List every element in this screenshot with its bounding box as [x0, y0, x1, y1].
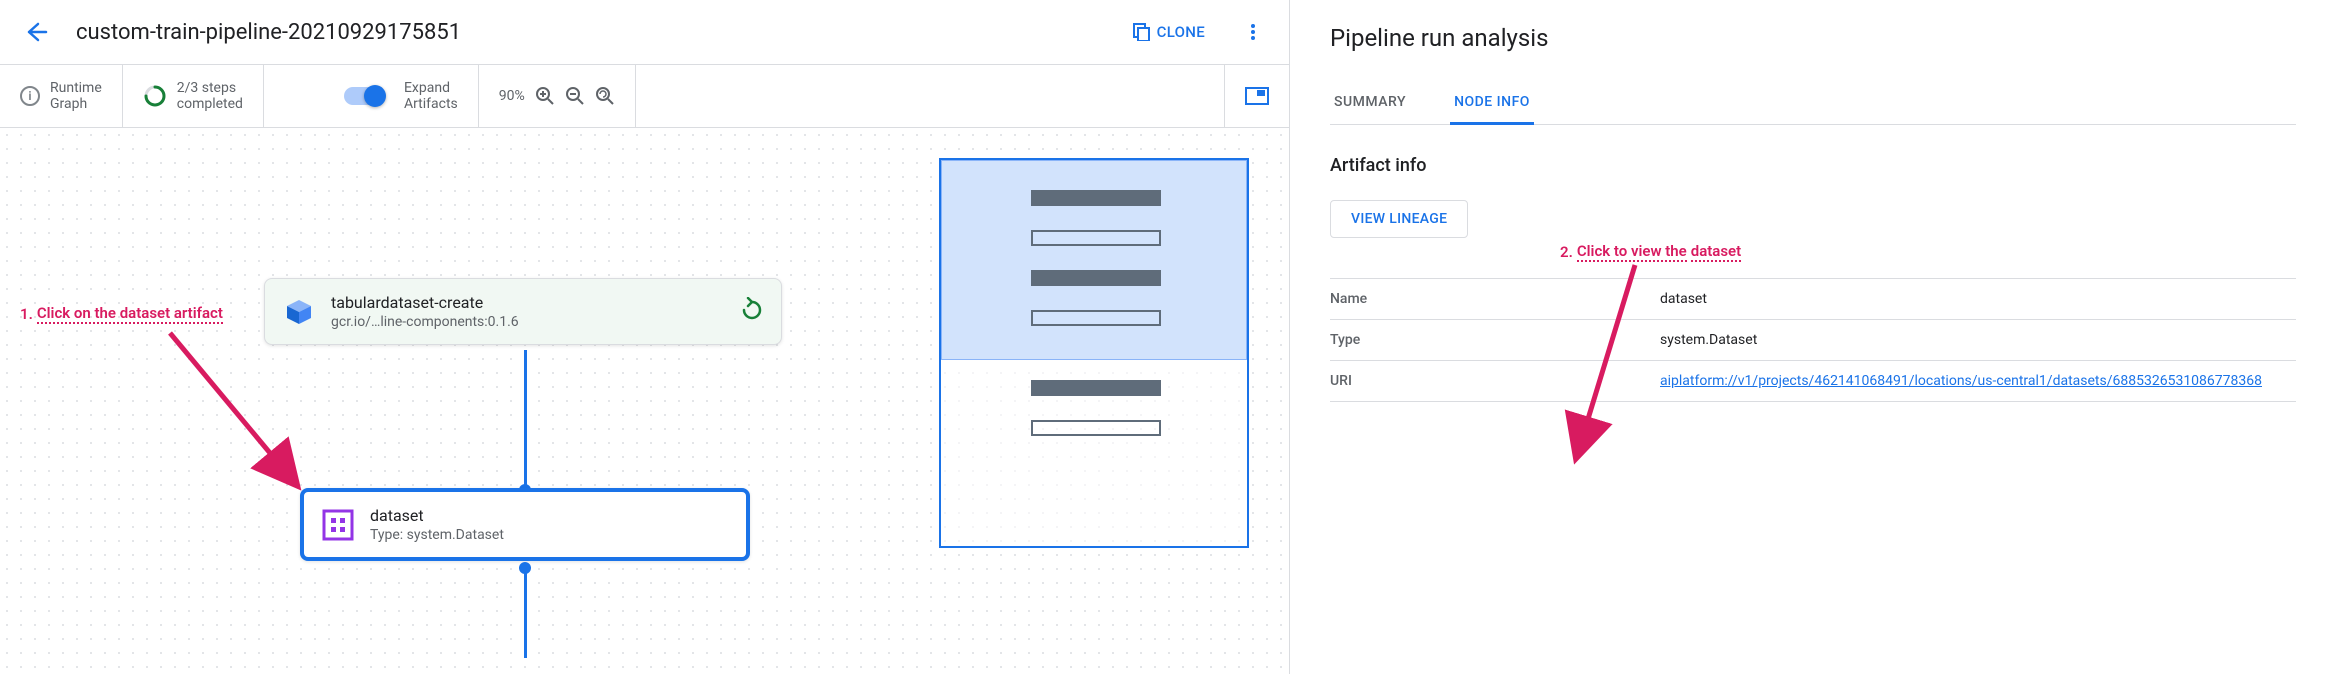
clone-button[interactable]: CLONE	[1121, 15, 1217, 49]
zoom-reset-button[interactable]	[595, 86, 615, 106]
node-subtitle: gcr.io/…line-components:0.1.6	[331, 314, 725, 330]
clone-label: CLONE	[1157, 23, 1205, 41]
annotation-arrow-1	[150, 323, 330, 503]
progress-icon	[143, 84, 167, 108]
minimap-icon	[1245, 87, 1269, 105]
runtime-graph-label: i Runtime Graph	[0, 65, 123, 127]
dataset-icon	[320, 507, 356, 543]
minimap-toggle-button[interactable]	[1224, 65, 1289, 127]
row-value: system.Dataset	[1660, 320, 2296, 361]
annotation-1: 1. Click on the dataset artifact	[20, 304, 223, 324]
node-title: dataset	[370, 506, 730, 525]
back-button[interactable]	[16, 12, 56, 52]
uri-link[interactable]: aiplatform://v1/projects/462141068491/lo…	[1660, 373, 2262, 389]
expand-artifacts-cell: Expand Artifacts	[264, 65, 479, 127]
node-title: tabulardataset-create	[331, 293, 725, 312]
expand-artifacts-toggle[interactable]	[344, 87, 384, 105]
zoom-percent: 90%	[499, 88, 525, 104]
table-row: Name dataset	[1330, 279, 2296, 320]
pipeline-title: custom-train-pipeline-20210929175851	[76, 20, 1121, 45]
panel-title: Pipeline run analysis	[1330, 24, 2296, 52]
row-value: dataset	[1660, 279, 2296, 320]
node-step-tabulardataset-create[interactable]: tabulardataset-create gcr.io/…line-compo…	[264, 278, 782, 345]
zoom-out-button[interactable]	[565, 86, 585, 106]
overflow-menu-button[interactable]	[1233, 12, 1273, 52]
section-heading: Artifact info	[1330, 155, 2296, 176]
artifact-info-table: Name dataset Type system.Dataset URI aip…	[1330, 278, 2296, 402]
zoom-in-icon	[535, 86, 555, 106]
steps-status: 2/3 steps completed	[123, 65, 264, 127]
zoom-out-icon	[565, 86, 585, 106]
zoom-reset-icon	[595, 86, 615, 106]
pipeline-canvas[interactable]: tabulardataset-create gcr.io/…line-compo…	[0, 128, 1289, 674]
table-row: Type system.Dataset	[1330, 320, 2296, 361]
arrow-back-icon	[24, 20, 48, 44]
minimap[interactable]	[939, 158, 1249, 548]
annotation-2: 2. Click to view the dataset	[1560, 242, 1741, 262]
tab-node-info[interactable]: NODE INFO	[1450, 82, 1534, 125]
edge-line	[524, 568, 527, 658]
retry-icon	[739, 297, 765, 327]
annotation-arrow-2	[1555, 260, 1675, 480]
node-artifact-dataset[interactable]: dataset Type: system.Dataset	[300, 488, 750, 561]
tab-summary[interactable]: SUMMARY	[1330, 82, 1410, 124]
info-icon: i	[20, 86, 40, 106]
table-row: URI aiplatform://v1/projects/46214106849…	[1330, 361, 2296, 402]
copy-icon	[1133, 23, 1151, 41]
zoom-controls: 90%	[479, 65, 636, 127]
zoom-in-button[interactable]	[535, 86, 555, 106]
node-subtitle: Type: system.Dataset	[370, 527, 730, 543]
kebab-icon	[1244, 23, 1262, 41]
edge-line	[524, 350, 527, 498]
view-lineage-button[interactable]: VIEW LINEAGE	[1330, 200, 1468, 238]
